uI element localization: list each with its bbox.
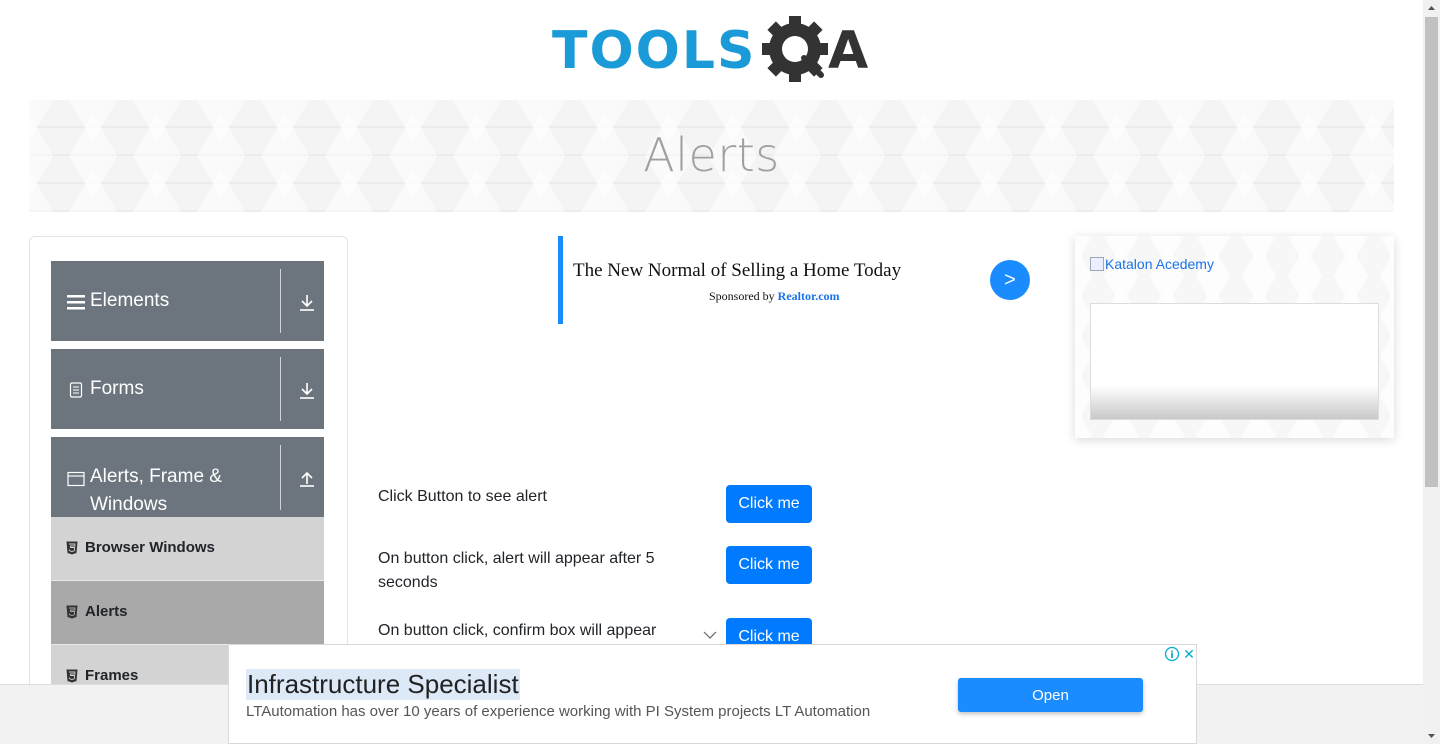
window-icon (66, 469, 86, 489)
hamburger-icon (66, 292, 86, 312)
bottom-ad-description: LTAutomation has over 10 years of experi… (246, 703, 871, 720)
menu-item-browser-windows[interactable]: Browser Windows (51, 517, 324, 581)
logo-gear-icon (762, 16, 828, 82)
svg-text:✕: ✕ (1183, 647, 1195, 662)
svg-text:i: i (1170, 650, 1173, 661)
html5-icon (66, 541, 78, 555)
ad-sponsor-line: Sponsored by Realtor.com (709, 289, 840, 304)
html5-icon (66, 669, 78, 683)
logo-text-a: A (828, 21, 868, 81)
menu-divider (280, 357, 281, 421)
logo-text-tools: TOOLS (552, 21, 756, 81)
scrollbar-thumb[interactable] (1425, 17, 1438, 487)
chevron-down-icon[interactable] (703, 628, 717, 642)
close-icon[interactable]: ✕ (1181, 646, 1197, 663)
menu-group-label: Alerts, Frame & Windows (90, 466, 222, 515)
sponsored-ad[interactable]: The New Normal of Selling a Home Today S… (558, 236, 1038, 324)
menu-group-forms[interactable]: Forms (51, 349, 324, 429)
timer-alert-button[interactable]: Click me (726, 546, 812, 584)
toolsqa-logo[interactable]: TOOLS A (552, 16, 876, 90)
menu-item-label: Browser Windows (85, 539, 215, 556)
vertical-scrollbar[interactable] (1423, 0, 1440, 744)
ad-info-icon[interactable]: i (1164, 646, 1180, 662)
document-icon (66, 380, 86, 400)
ad-sponsor-brand[interactable]: Realtor.com (778, 289, 840, 303)
scroll-down-arrow-icon[interactable] (1423, 727, 1440, 744)
menu-item-label: Alerts (85, 603, 128, 620)
html5-icon (66, 605, 78, 619)
bottom-ad-title[interactable]: Infrastructure Specialist (246, 669, 520, 700)
upload-arrow-icon[interactable] (297, 469, 317, 489)
ad-iframe-shade (1091, 385, 1378, 419)
alert-button[interactable]: Click me (726, 485, 812, 523)
menu-group-label: Elements (90, 290, 170, 311)
page-banner: Alerts (29, 100, 1394, 212)
confirm-row-label: On button click, confirm box will appear (378, 622, 657, 639)
katalon-ad-link[interactable]: Katalon Acedemy (1090, 256, 1214, 272)
menu-divider (280, 445, 281, 510)
logo-graphic: TOOLS A (552, 16, 868, 82)
download-arrow-icon[interactable] (297, 381, 317, 401)
scroll-up-arrow-icon[interactable] (1423, 0, 1440, 17)
broken-image-icon (1090, 257, 1104, 271)
side-ad: Katalon Acedemy (1075, 236, 1394, 438)
menu-group-alerts-frame-windows[interactable]: Alerts, Frame & Windows (51, 437, 324, 518)
menu-group-elements[interactable]: Elements (51, 261, 324, 341)
menu-divider (280, 269, 281, 333)
menu-item-alerts[interactable]: Alerts (51, 581, 324, 645)
menu-group-label: Forms (90, 378, 144, 399)
alert-row-label: Click Button to see alert (378, 488, 547, 505)
ad-go-button[interactable]: > (990, 260, 1030, 300)
page-title: Alerts (643, 128, 780, 182)
ad-title[interactable]: The New Normal of Selling a Home Today (573, 260, 901, 282)
ad-sponsor-prefix: Sponsored by (709, 289, 775, 303)
ad-iframe[interactable] (1090, 303, 1379, 420)
katalon-ad-text: Katalon Acedemy (1105, 256, 1214, 272)
bottom-ad-open-button[interactable]: Open (958, 678, 1143, 712)
bottom-ad[interactable]: Infrastructure Specialist LTAutomation h… (228, 644, 1197, 744)
menu-item-label: Frames (85, 667, 139, 684)
download-arrow-icon[interactable] (297, 293, 317, 313)
timer-alert-row-label: On button click, alert will appear after… (378, 550, 655, 591)
